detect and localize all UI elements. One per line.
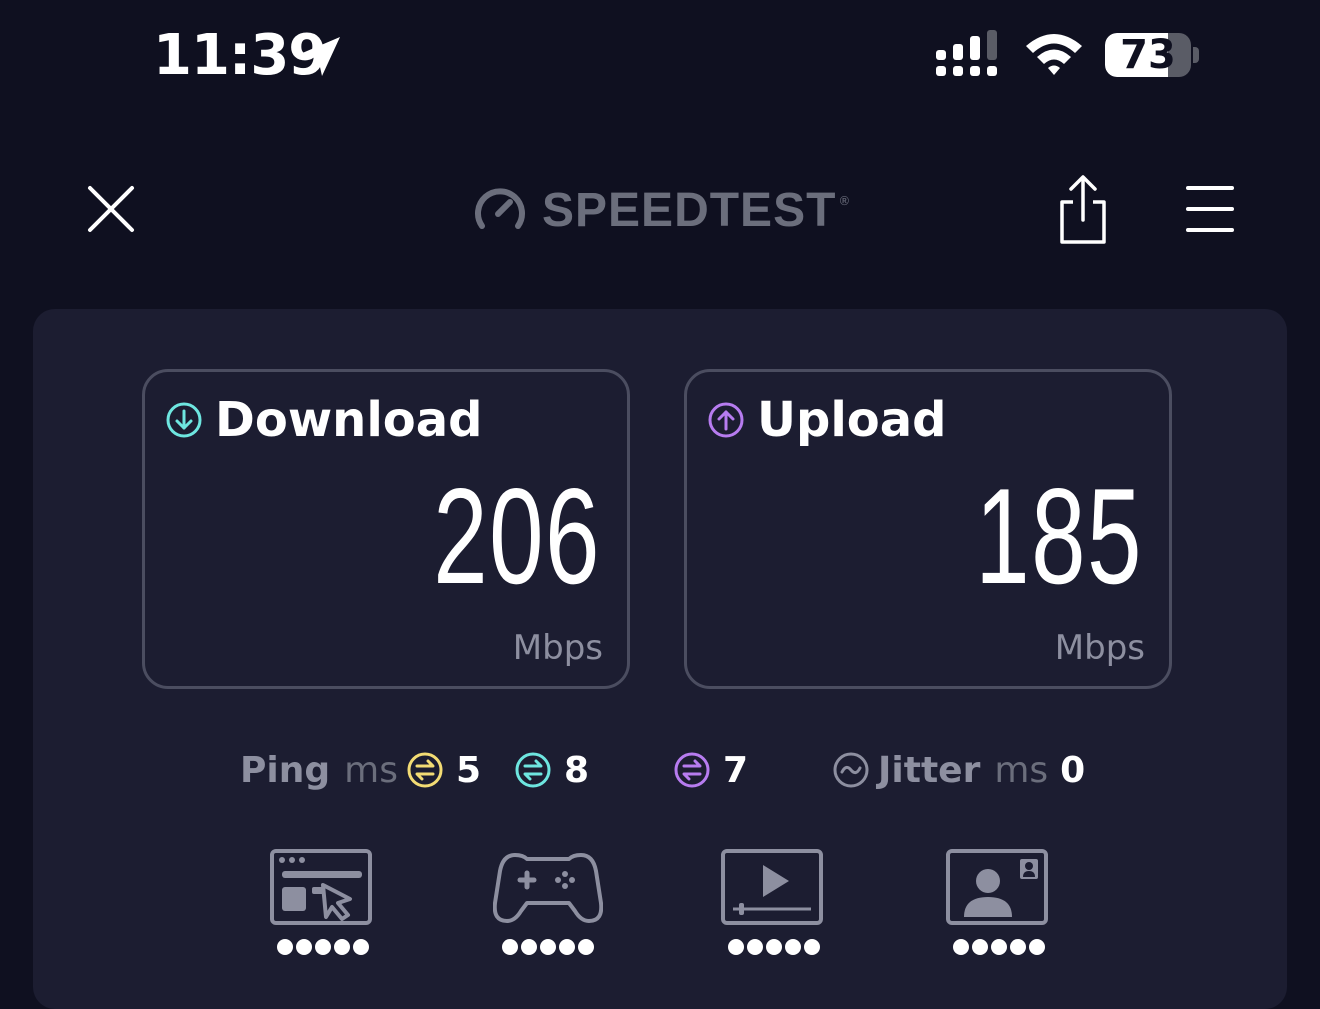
video-chat-dots [944, 939, 1054, 961]
download-header: Download [165, 390, 483, 450]
battery-icon: 73 [1105, 33, 1191, 77]
upload-header: Upload [707, 390, 947, 450]
upload-label: Upload [757, 392, 947, 448]
speedtest-logo: SPEEDTEST ® [472, 178, 850, 242]
rating-dot [1010, 939, 1026, 955]
ping-download-icon [515, 752, 551, 788]
wifi-icon [1026, 34, 1082, 75]
web-browsing-dots [268, 939, 378, 961]
rating-dot [972, 939, 988, 955]
latency-metrics: Ping ms 5 8 7 Jitter ms 0 [33, 745, 1287, 795]
rating-dot [353, 939, 369, 955]
ping-download-value: 8 [564, 749, 590, 791]
toolbar: SPEEDTEST ® [0, 160, 1320, 260]
upload-value: 185 [975, 460, 1143, 612]
ping-idle-value: 5 [455, 749, 482, 791]
rating-dot [540, 939, 556, 955]
cellular-signal-icon [936, 30, 997, 76]
web-browsing-rating[interactable] [268, 847, 378, 967]
rating-dot [559, 939, 575, 955]
rating-dot [1029, 939, 1045, 955]
ping-idle-icon [407, 752, 443, 788]
web-browsing-icon [270, 849, 372, 925]
gaming-dots [493, 939, 603, 961]
gaming-rating[interactable] [493, 847, 603, 967]
battery-cap [1193, 47, 1199, 63]
rating-dot [728, 939, 744, 955]
download-card[interactable]: Download 206 Mbps [142, 369, 630, 689]
menu-icon[interactable] [1182, 182, 1238, 236]
ping-unit: ms [344, 749, 398, 791]
rating-dot [766, 939, 782, 955]
jitter-metric[interactable]: Jitter ms 0 [832, 745, 1085, 795]
download-label: Download [215, 392, 483, 448]
video-chat-rating[interactable] [944, 847, 1054, 967]
video-chat-icon [946, 849, 1048, 925]
ping-label: Ping [240, 749, 331, 791]
share-icon[interactable] [1055, 172, 1111, 246]
speedometer-icon [475, 188, 525, 229]
jitter-icon [833, 752, 869, 788]
battery-percent: 73 [1120, 33, 1176, 77]
arrow-down-circle-icon [166, 402, 202, 438]
download-unit: Mbps [512, 628, 603, 668]
close-icon[interactable] [80, 180, 140, 240]
jitter-label: Jitter [878, 749, 981, 791]
download-value: 206 [433, 460, 601, 612]
rating-dot [804, 939, 820, 955]
rating-dot [277, 939, 293, 955]
arrow-up-circle-icon [708, 402, 744, 438]
rating-dot [521, 939, 537, 955]
gaming-controller-icon [493, 853, 603, 923]
rating-dot [296, 939, 312, 955]
upload-card[interactable]: Upload 185 Mbps [684, 369, 1172, 689]
ping-metric[interactable]: Ping ms 5 [240, 745, 481, 795]
brand-name: SPEEDTEST [542, 183, 837, 237]
video-streaming-rating[interactable] [719, 847, 829, 967]
ping-upload-value: 7 [723, 749, 749, 791]
rating-dot [502, 939, 518, 955]
rating-dot [334, 939, 350, 955]
rating-dot [315, 939, 331, 955]
rating-dot [785, 939, 801, 955]
rating-dot [747, 939, 763, 955]
results-panel: Download 206 Mbps Upload 185 Mbps Ping m… [33, 309, 1287, 1009]
location-arrow-icon [300, 37, 340, 76]
status-bar: 11:39 73 [0, 0, 1320, 110]
ping-upload-metric[interactable]: 7 [673, 745, 748, 795]
brand-mark: ® [838, 194, 851, 208]
ping-upload-icon [674, 752, 710, 788]
rating-dot [578, 939, 594, 955]
jitter-value: 0 [1060, 749, 1086, 791]
video-streaming-icon [721, 849, 823, 925]
ping-download-metric[interactable]: 8 [514, 745, 589, 795]
upload-unit: Mbps [1054, 628, 1145, 668]
rating-dot [991, 939, 1007, 955]
rating-dot [953, 939, 969, 955]
use-case-ratings [33, 847, 1287, 967]
video-streaming-dots [719, 939, 829, 961]
jitter-unit: ms [994, 749, 1049, 791]
